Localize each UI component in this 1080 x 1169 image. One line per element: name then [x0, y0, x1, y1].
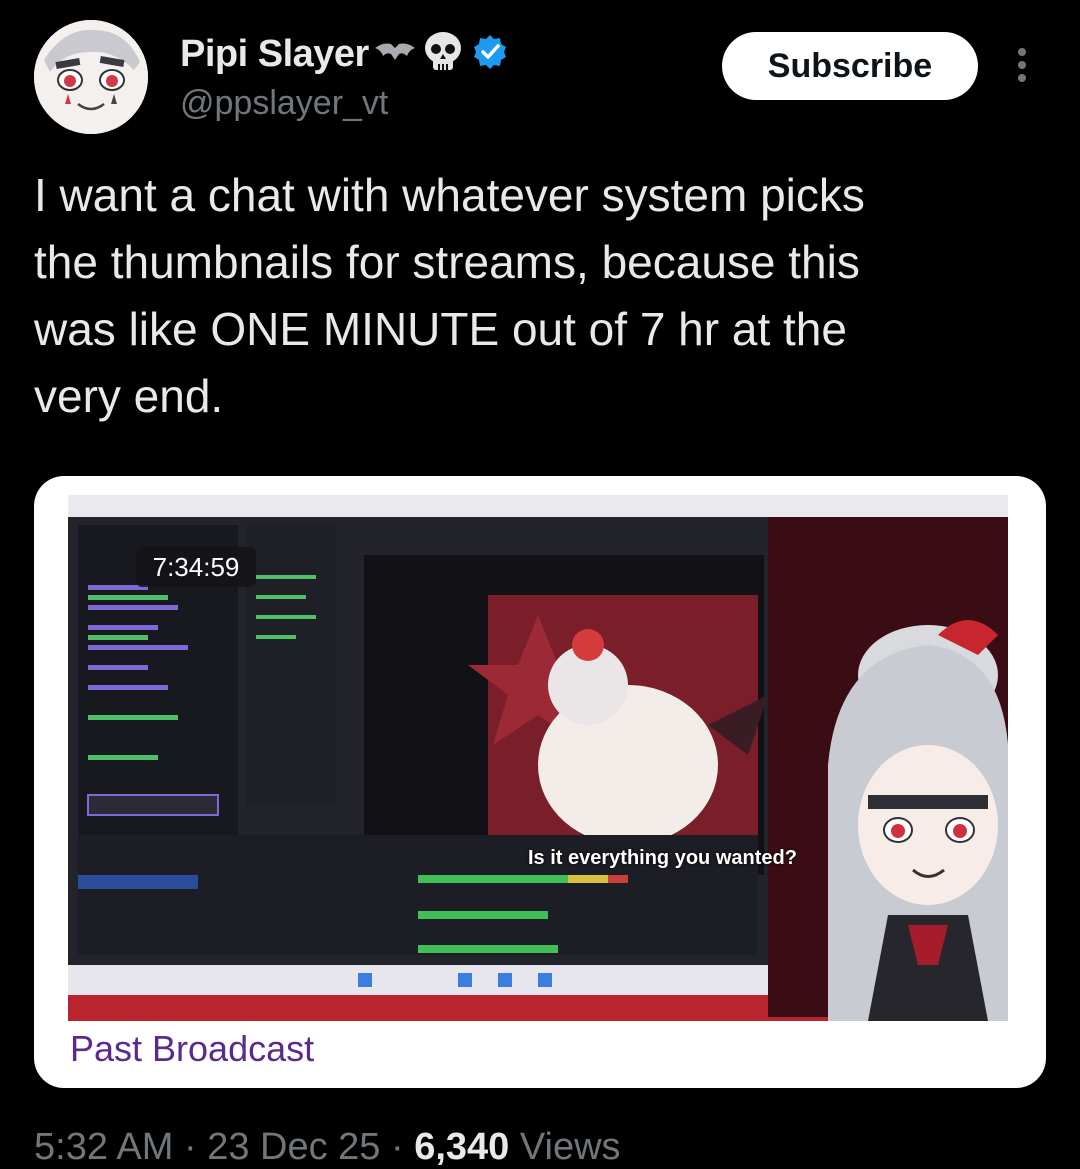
post-meta: 5:32 AM · 23 Dec 25 · 6,340 Views [34, 1126, 621, 1169]
video-timestamp-badge: 7:34:59 [136, 547, 256, 587]
post-text: I want a chat with whatever system picks… [34, 169, 865, 422]
stream-thumbnail[interactable]: 7:34:59 Is it everything you wanted? [68, 495, 1008, 1021]
verified-icon[interactable] [471, 33, 509, 76]
avatar-image [34, 20, 148, 134]
card-label[interactable]: Past Broadcast [70, 1028, 314, 1070]
post-time[interactable]: 5:32 AM [34, 1126, 173, 1168]
post-date[interactable]: 23 Dec 25 [207, 1126, 380, 1168]
subscribe-button[interactable]: Subscribe [722, 32, 978, 100]
author-handle[interactable]: @ppslayer_vt [180, 84, 388, 123]
video-subtitle: Is it everything you wanted? [528, 847, 797, 869]
more-vertical-icon[interactable] [1010, 44, 1034, 84]
skull-icon [421, 30, 465, 79]
avatar[interactable] [34, 20, 148, 134]
author-display-name[interactable]: Pipi Slayer [180, 33, 369, 76]
author-name-row[interactable]: Pipi Slayer [180, 30, 509, 79]
separator-dot: · [391, 1126, 415, 1168]
views-count: 6,340 [414, 1126, 510, 1168]
views-label: Views [519, 1126, 621, 1168]
separator-dot: · [183, 1126, 208, 1168]
media-card[interactable]: 7:34:59 Is it everything you wanted? Pas… [34, 476, 1046, 1088]
bat-icon [374, 40, 415, 69]
